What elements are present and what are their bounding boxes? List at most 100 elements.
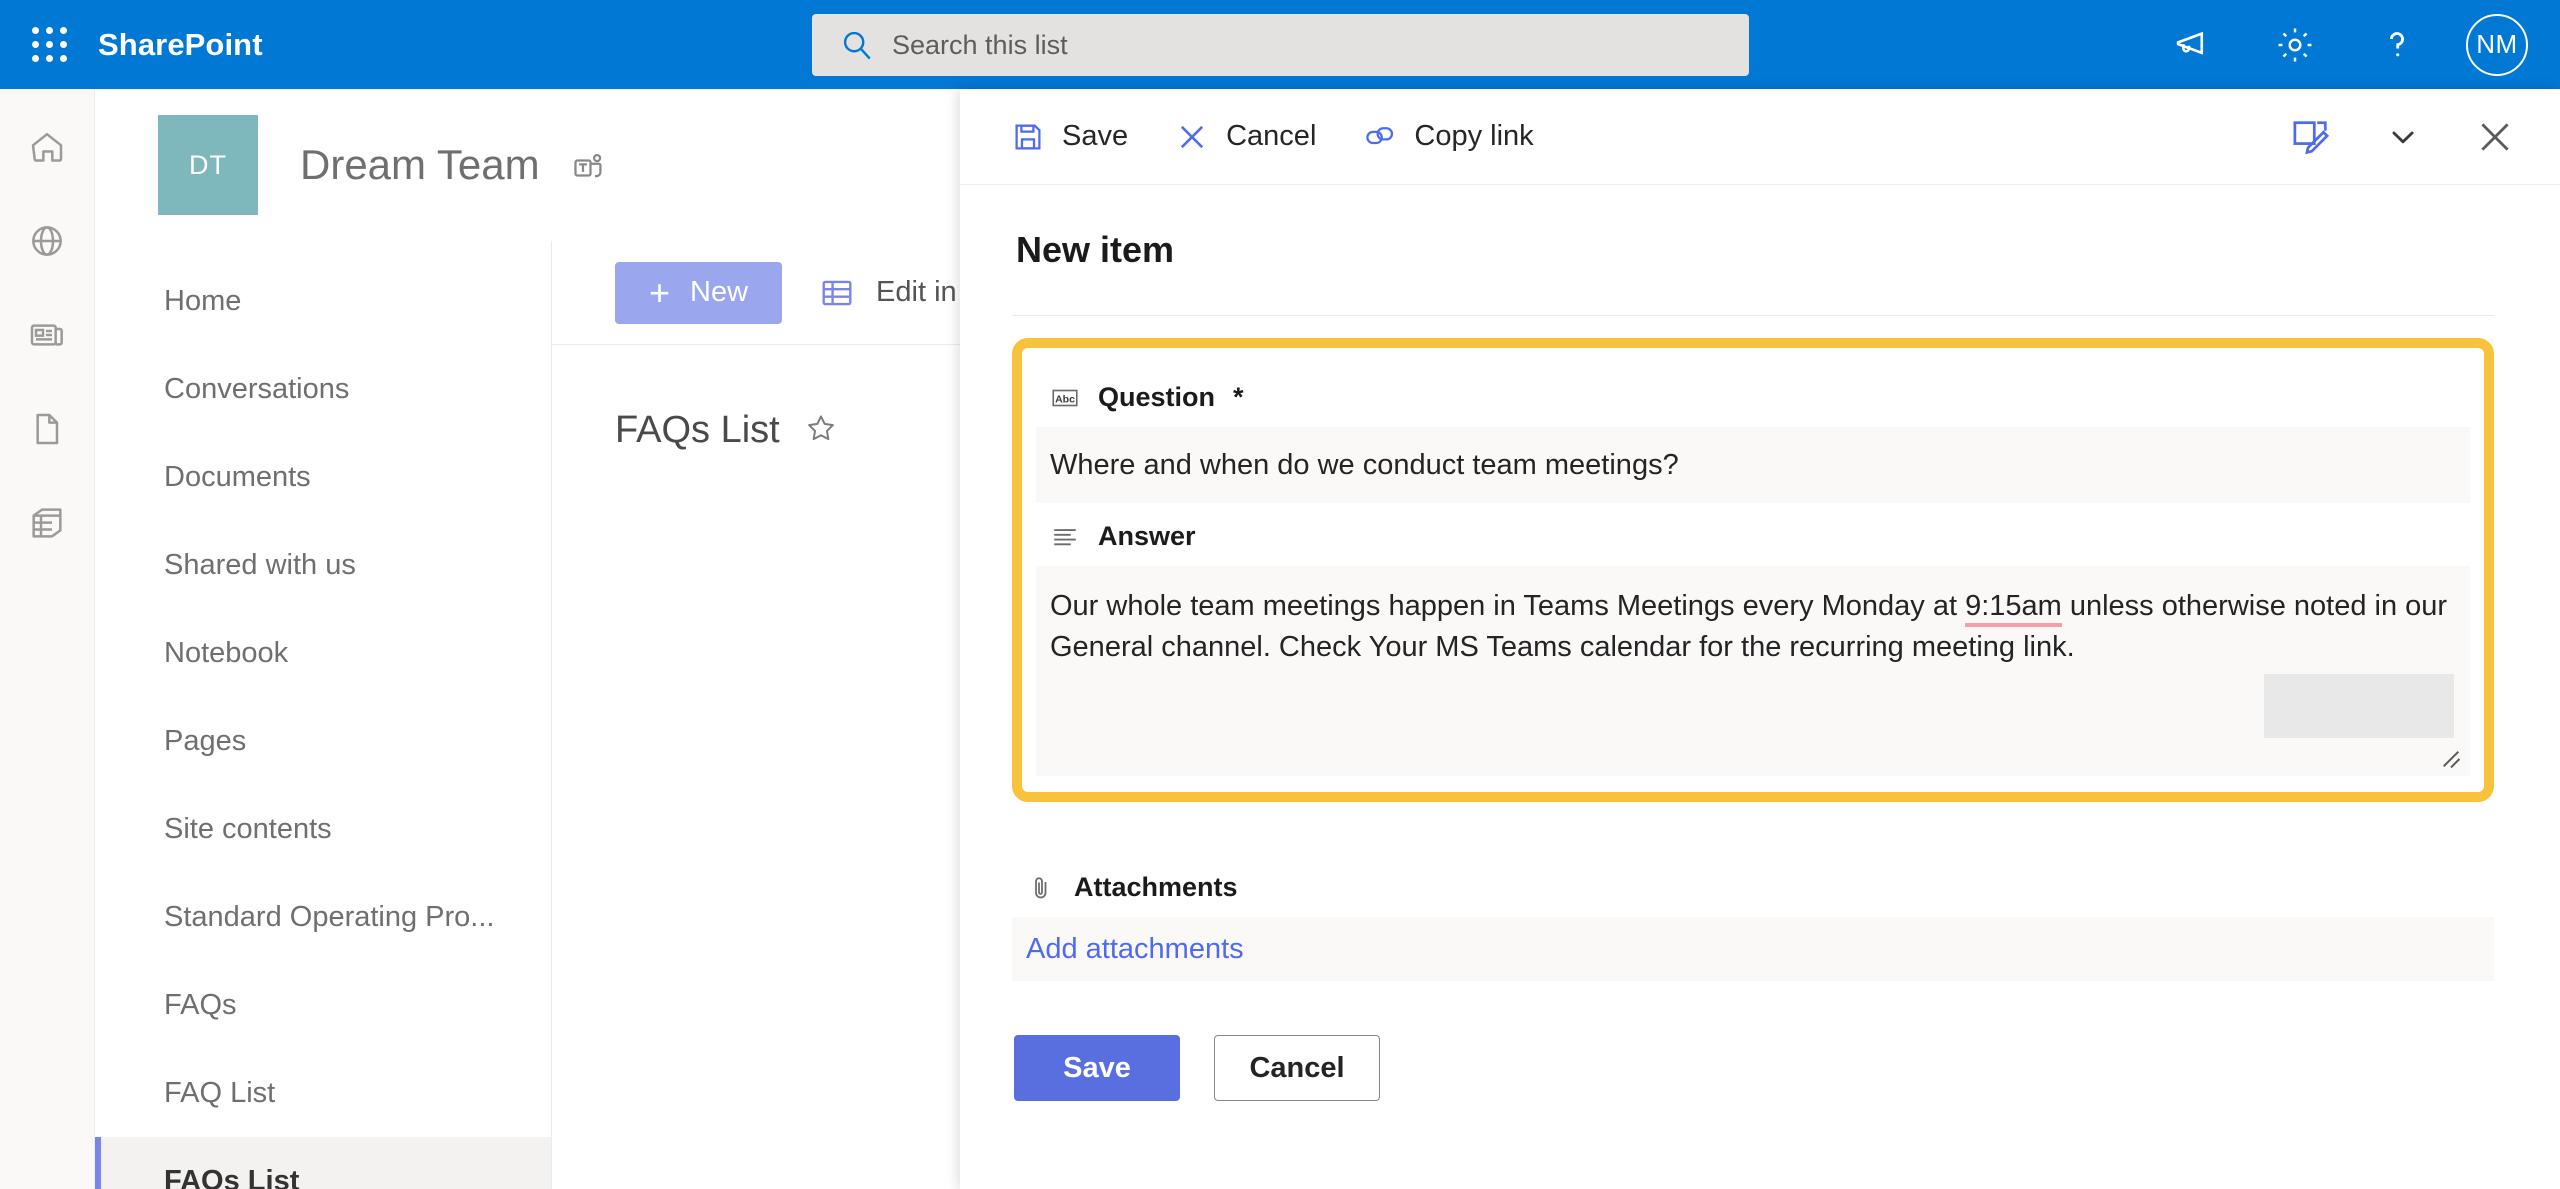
plus-icon: + [649,275,670,311]
panel-body: New item Abc Question * Where and when d… [960,185,2560,1101]
rail-item-news[interactable] [17,305,77,365]
multiline-text-icon [1050,522,1080,552]
nav-label: Conversations [164,373,349,406]
gear-icon [2274,24,2316,66]
close-x-icon [1174,119,1210,155]
site-title[interactable]: Dream Team [300,141,607,189]
panel-title: New item [1016,229,2494,271]
rail-item-files[interactable] [17,399,77,459]
nav-item-documents[interactable]: Documents [95,433,551,521]
search-input[interactable]: Search this list [892,30,1068,61]
nav-item-conversations[interactable]: Conversations [95,345,551,433]
waffle-icon [32,27,67,62]
site-logo[interactable]: DT [158,115,258,215]
edit-form-icon [2289,115,2333,159]
link-icon [1362,119,1398,155]
question-label-text: Question [1098,382,1215,413]
nav-label: Documents [164,461,311,494]
panel-copy-link-button[interactable]: Copy link [1362,119,1533,155]
rail-item-home[interactable] [17,117,77,177]
help-button[interactable] [2364,12,2430,78]
question-value: Where and when do we conduct team meetin… [1050,449,1679,482]
attachments-label-text: Attachments [1074,872,1238,903]
nav-label: Standard Operating Pro... [164,901,494,934]
user-avatar[interactable]: NM [2466,14,2528,76]
panel-cancel-button[interactable]: Cancel [1174,119,1316,155]
help-icon [2376,24,2418,66]
nav-item-shared-with-us[interactable]: Shared with us [95,521,551,609]
nav-label: Home [164,285,241,318]
nav-label: FAQ List [164,1077,275,1110]
highlighted-fields-group: Abc Question * Where and when do we cond… [1012,338,2494,802]
attachments-box: Add attachments [1012,917,2494,981]
teams-icon [571,150,607,186]
question-required-marker: * [1233,382,1244,413]
panel-copy-link-label: Copy link [1414,120,1533,153]
form-actions: Save Cancel [1012,1035,2494,1101]
new-button[interactable]: + New [615,262,782,324]
panel-close-button[interactable] [2466,108,2524,166]
site-title-text: Dream Team [300,141,540,188]
question-input[interactable]: Where and when do we conduct team meetin… [1036,427,2470,503]
megaphone-button[interactable] [2160,12,2226,78]
panel-toolbar: Save Cancel Copy link [960,89,2560,185]
nav-label: FAQs [164,989,237,1022]
panel-more-button[interactable] [2374,108,2432,166]
nav-item-site-contents[interactable]: Site contents [95,785,551,873]
nav-label: Shared with us [164,549,356,582]
new-button-label: New [690,276,748,309]
question-field-label: Abc Question * [1036,364,2470,427]
answer-textarea[interactable]: Our whole team meetings happen in Teams … [1036,566,2470,776]
list-icon [27,503,67,543]
search-icon [840,28,874,62]
nav-label: Notebook [164,637,288,670]
settings-button[interactable] [2262,12,2328,78]
paperclip-icon [1026,873,1056,903]
panel-cancel-label: Cancel [1226,120,1316,153]
panel-save-label: Save [1062,120,1128,153]
edit-form-button[interactable] [2282,108,2340,166]
close-icon [2474,116,2516,158]
home-icon [27,127,67,167]
panel-save-button[interactable]: Save [1010,119,1128,155]
panel-divider [1012,315,2494,316]
favorite-star-icon[interactable] [804,411,838,450]
nav-item-standard-operating-procedures[interactable]: Standard Operating Pro... [95,873,551,961]
sharepoint-brand[interactable]: SharePoint [98,27,263,63]
suite-actions: NM [2160,0,2542,89]
rail-item-sites[interactable] [17,211,77,271]
nav-item-home[interactable]: Home [95,257,551,345]
cancel-button[interactable]: Cancel [1214,1035,1380,1101]
save-button[interactable]: Save [1014,1035,1180,1101]
document-icon [27,409,67,449]
answer-label-text: Answer [1098,521,1196,552]
abc-text-icon: Abc [1050,383,1080,413]
nav-item-pages[interactable]: Pages [95,697,551,785]
news-icon [27,315,67,355]
nav-label: Site contents [164,813,332,846]
search-box[interactable]: Search this list [812,14,1749,76]
sharepoint-screen: SharePoint Search this list [0,0,2560,1189]
avatar-initials: NM [2476,29,2517,60]
nav-item-faq-list[interactable]: FAQ List [95,1049,551,1137]
nav-item-faqs-list[interactable]: FAQs List [95,1137,551,1189]
megaphone-icon [2172,24,2214,66]
edit-in-grid-label: Edit in [876,276,957,309]
edit-in-grid-button[interactable]: Edit in [818,274,957,312]
attachments-label: Attachments [1012,854,2494,917]
resize-grip-icon[interactable] [2440,748,2462,770]
nav-item-notebook[interactable]: Notebook [95,609,551,697]
site-nav: Home Conversations Documents Shared with… [95,241,552,1189]
answer-field-label: Answer [1036,503,2470,566]
add-attachments-link[interactable]: Add attachments [1026,933,1244,966]
rail-item-lists[interactable] [17,493,77,553]
chevron-down-icon [2386,120,2420,154]
svg-text:Abc: Abc [1055,393,1075,405]
nav-item-faqs[interactable]: FAQs [95,961,551,1049]
site-logo-initials: DT [189,150,227,181]
app-launcher-button[interactable] [10,0,88,89]
nav-label: FAQs List [164,1165,299,1189]
suite-bar: SharePoint Search this list [0,0,2560,89]
answer-misspelled-word: 9:15am [1965,590,2062,627]
panel-toolbar-right [2282,89,2524,185]
